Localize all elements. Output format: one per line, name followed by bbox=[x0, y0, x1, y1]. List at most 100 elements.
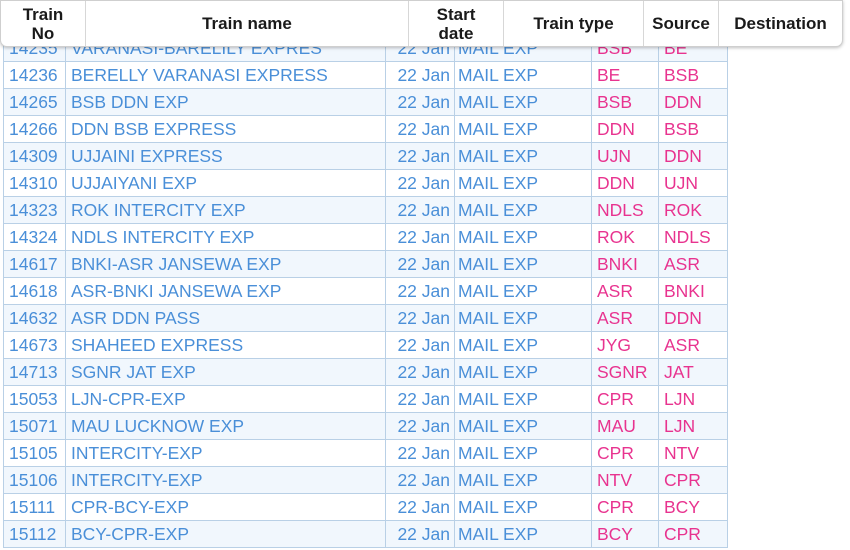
train-type-cell: MAIL EXP bbox=[454, 385, 592, 413]
table-row[interactable]: 14632 ASR DDN PASS 22 Jan MAIL EXP ASR DDN bbox=[3, 304, 728, 332]
table-row[interactable]: 14266 DDN BSB EXPRESS 22 Jan MAIL EXP DDN BSB bbox=[3, 115, 728, 143]
train-name-cell[interactable]: BNKI-ASR JANSEWA EXP bbox=[65, 250, 386, 278]
destination-cell: NTV bbox=[658, 439, 728, 467]
train-type-cell: MAIL EXP bbox=[454, 115, 592, 143]
train-no-cell[interactable]: 14309 bbox=[3, 142, 66, 170]
table-row[interactable]: 14323 ROK INTERCITY EXP 22 Jan MAIL EXP NDLS… bbox=[3, 196, 728, 224]
header-train-no-line1: Train bbox=[22, 4, 64, 24]
destination-cell: LJN bbox=[658, 385, 728, 413]
train-type-cell: MAIL EXP bbox=[454, 358, 592, 386]
table-row[interactable]: 14309 UJJAINI EXPRESS 22 Jan MAIL EXP UJN DDN bbox=[3, 142, 728, 170]
header-train-type[interactable]: Train type bbox=[504, 1, 644, 46]
table-row[interactable]: 14324 NDLS INTERCITY EXP 22 Jan MAIL EXP ROK… bbox=[3, 223, 728, 251]
train-no-cell[interactable]: 15106 bbox=[3, 466, 66, 494]
destination-cell: NDLS bbox=[658, 223, 728, 251]
source-cell: BCY bbox=[591, 520, 659, 548]
header-train-type-label: Train type bbox=[533, 14, 614, 33]
start-date-cell: 22 Jan bbox=[385, 277, 455, 305]
train-type-cell: MAIL EXP bbox=[454, 61, 592, 89]
header-start-date[interactable]: Start date bbox=[409, 1, 504, 46]
train-name-cell[interactable]: INTERCITY-EXP bbox=[65, 466, 386, 494]
header-train-no[interactable]: Train No bbox=[1, 1, 86, 46]
train-no-cell[interactable]: 14323 bbox=[3, 196, 66, 224]
train-name-cell[interactable]: BERELLY VARANASI EXPRESS bbox=[65, 61, 386, 89]
table-row[interactable]: 14265 BSB DDN EXP 22 Jan MAIL EXP BSB DDN bbox=[3, 88, 728, 116]
header-source[interactable]: Source bbox=[644, 1, 719, 46]
destination-cell: CPR bbox=[658, 520, 728, 548]
source-cell: BSB bbox=[591, 88, 659, 116]
train-no-cell[interactable]: 14618 bbox=[3, 277, 66, 305]
train-name-cell[interactable]: ASR-BNKI JANSEWA EXP bbox=[65, 277, 386, 305]
source-cell: CPR bbox=[591, 439, 659, 467]
train-no-cell[interactable]: 14310 bbox=[3, 169, 66, 197]
train-name-cell[interactable]: LJN-CPR-EXP bbox=[65, 385, 386, 413]
train-type-cell: MAIL EXP bbox=[454, 331, 592, 359]
destination-cell: ROK bbox=[658, 196, 728, 224]
header-train-name[interactable]: Train name bbox=[86, 1, 409, 46]
table-row[interactable]: 14310 UJJAIYANI EXP 22 Jan MAIL EXP DDN UJN bbox=[3, 169, 728, 197]
source-cell: DDN bbox=[591, 115, 659, 143]
train-no-cell[interactable]: 14265 bbox=[3, 88, 66, 116]
destination-cell: CPR bbox=[658, 466, 728, 494]
destination-cell: DDN bbox=[658, 142, 728, 170]
start-date-cell: 22 Jan bbox=[385, 250, 455, 278]
source-cell: BNKI bbox=[591, 250, 659, 278]
start-date-cell: 22 Jan bbox=[385, 196, 455, 224]
source-cell: BE bbox=[591, 61, 659, 89]
train-name-cell[interactable]: CPR-BCY-EXP bbox=[65, 493, 386, 521]
start-date-cell: 22 Jan bbox=[385, 142, 455, 170]
train-no-cell[interactable]: 15111 bbox=[3, 493, 66, 521]
start-date-cell: 22 Jan bbox=[385, 88, 455, 116]
table-row[interactable]: 15105 INTERCITY-EXP 22 Jan MAIL EXP CPR NTV bbox=[3, 439, 728, 467]
table-row[interactable]: 14618 ASR-BNKI JANSEWA EXP 22 Jan MAIL EXP A… bbox=[3, 277, 728, 305]
destination-cell: DDN bbox=[658, 304, 728, 332]
destination-cell: DDN bbox=[658, 88, 728, 116]
train-no-cell[interactable]: 14236 bbox=[3, 61, 66, 89]
table-row[interactable]: 15106 INTERCITY-EXP 22 Jan MAIL EXP NTV CPR bbox=[3, 466, 728, 494]
table-row[interactable]: 14673 SHAHEED EXPRESS 22 Jan MAIL EXP JYG ASR bbox=[3, 331, 728, 359]
train-name-cell[interactable]: NDLS INTERCITY EXP bbox=[65, 223, 386, 251]
header-destination[interactable]: Destination bbox=[719, 1, 842, 46]
table-row[interactable]: 15053 LJN-CPR-EXP 22 Jan MAIL EXP CPR LJN bbox=[3, 385, 728, 413]
train-no-cell[interactable]: 14617 bbox=[3, 250, 66, 278]
train-name-cell[interactable]: INTERCITY-EXP bbox=[65, 439, 386, 467]
header-start-date-line2: date bbox=[438, 23, 474, 43]
train-type-cell: MAIL EXP bbox=[454, 304, 592, 332]
train-no-cell[interactable]: 14632 bbox=[3, 304, 66, 332]
train-name-cell[interactable]: UJJAINI EXPRESS bbox=[65, 142, 386, 170]
table-row[interactable]: 15112 BCY-CPR-EXP 22 Jan MAIL EXP BCY CPR bbox=[3, 520, 728, 548]
train-no-cell[interactable]: 15112 bbox=[3, 520, 66, 548]
train-no-cell[interactable]: 15053 bbox=[3, 385, 66, 413]
train-no-cell[interactable]: 14266 bbox=[3, 115, 66, 143]
train-name-cell[interactable]: SHAHEED EXPRESS bbox=[65, 331, 386, 359]
start-date-cell: 22 Jan bbox=[385, 169, 455, 197]
train-rows: 14235 VARANASI-BARELILY EXPRES 22 Jan MAIL … bbox=[3, 34, 728, 548]
destination-cell: BSB bbox=[658, 115, 728, 143]
start-date-cell: 22 Jan bbox=[385, 61, 455, 89]
source-cell: SGNR bbox=[591, 358, 659, 386]
train-name-cell[interactable]: BCY-CPR-EXP bbox=[65, 520, 386, 548]
train-no-cell[interactable]: 14673 bbox=[3, 331, 66, 359]
table-row[interactable]: 15111 CPR-BCY-EXP 22 Jan MAIL EXP CPR BCY bbox=[3, 493, 728, 521]
destination-cell: BSB bbox=[658, 61, 728, 89]
train-name-cell[interactable]: ASR DDN PASS bbox=[65, 304, 386, 332]
train-type-cell: MAIL EXP bbox=[454, 439, 592, 467]
source-cell: ROK bbox=[591, 223, 659, 251]
table-row[interactable]: 14713 SGNR JAT EXP 22 Jan MAIL EXP SGNR JAT bbox=[3, 358, 728, 386]
train-name-cell[interactable]: ROK INTERCITY EXP bbox=[65, 196, 386, 224]
table-row[interactable]: 15071 MAU LUCKNOW EXP 22 Jan MAIL EXP MAU LJN bbox=[3, 412, 728, 440]
train-no-cell[interactable]: 15105 bbox=[3, 439, 66, 467]
train-no-cell[interactable]: 14324 bbox=[3, 223, 66, 251]
train-name-cell[interactable]: BSB DDN EXP bbox=[65, 88, 386, 116]
table-row[interactable]: 14236 BERELLY VARANASI EXPRESS 22 Jan MAIL … bbox=[3, 61, 728, 89]
train-no-cell[interactable]: 14713 bbox=[3, 358, 66, 386]
train-table: 14235 VARANASI-BARELILY EXPRES 22 Jan MAIL … bbox=[3, 34, 728, 548]
train-name-cell[interactable]: UJJAIYANI EXP bbox=[65, 169, 386, 197]
train-name-cell[interactable]: SGNR JAT EXP bbox=[65, 358, 386, 386]
table-row[interactable]: 14617 BNKI-ASR JANSEWA EXP 22 Jan MAIL EXP B… bbox=[3, 250, 728, 278]
train-name-cell[interactable]: MAU LUCKNOW EXP bbox=[65, 412, 386, 440]
train-no-cell[interactable]: 15071 bbox=[3, 412, 66, 440]
train-type-cell: MAIL EXP bbox=[454, 520, 592, 548]
train-type-cell: MAIL EXP bbox=[454, 196, 592, 224]
train-name-cell[interactable]: DDN BSB EXPRESS bbox=[65, 115, 386, 143]
